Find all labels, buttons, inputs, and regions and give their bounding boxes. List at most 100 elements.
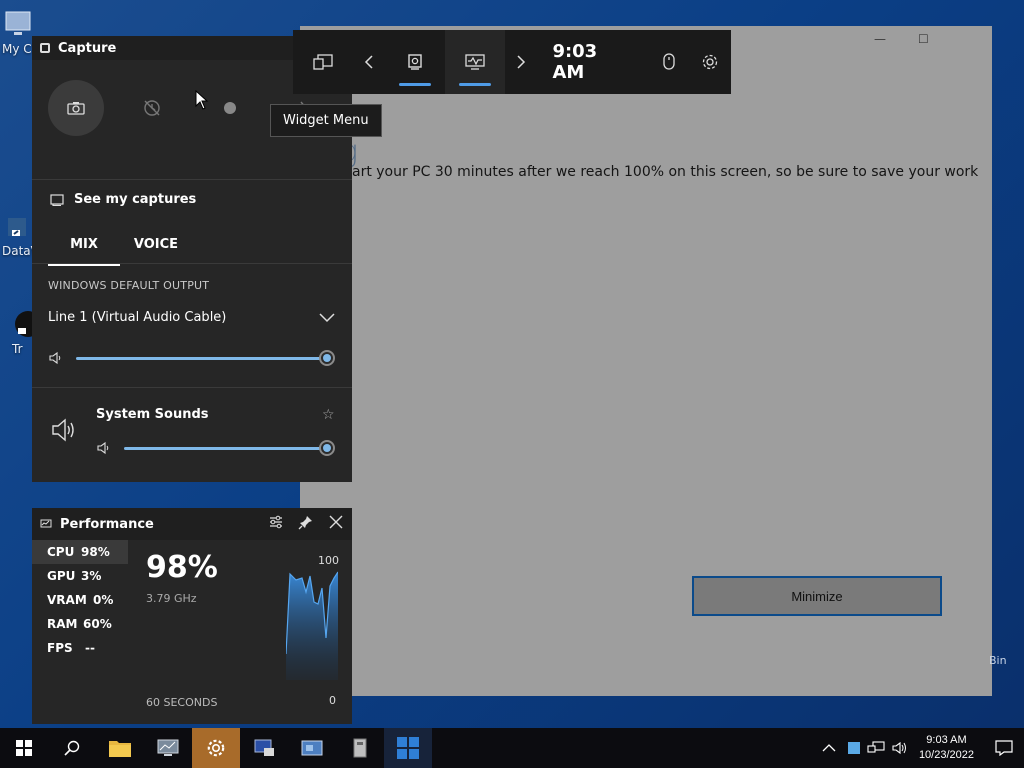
taskbar-file-explorer[interactable]: [96, 728, 144, 768]
metric-value: 98%: [81, 545, 110, 559]
volume-icon[interactable]: [891, 741, 909, 755]
metric-value: --: [85, 641, 95, 655]
computer-management-icon: [254, 739, 274, 756]
widget-menu-tooltip: Widget Menu: [270, 104, 382, 137]
graph-min-label: 0: [329, 694, 336, 707]
taskbar: 9:03 AM 10/23/2022: [0, 728, 1024, 768]
metric-name: CPU: [47, 545, 75, 559]
performance-widget: Performance CPU 98% GPU 3% VRAM 0% RAM 60% F…: [32, 508, 352, 724]
screenshot-button[interactable]: [48, 80, 104, 136]
pin-icon[interactable]: [298, 514, 314, 530]
game-bar-clock: 9:03 AM: [552, 41, 598, 83]
output-label: WINDOWS DEFAULT OUTPUT: [48, 279, 210, 292]
network-icon[interactable]: [867, 741, 885, 755]
search-icon: [64, 740, 80, 756]
chevron-down-icon[interactable]: [318, 311, 336, 323]
close-icon[interactable]: [328, 514, 344, 530]
device-volume-thumb[interactable]: [319, 350, 335, 366]
app-tray-icon[interactable]: [847, 741, 861, 755]
background-window: — ☐ g art your PC 30 minutes after we re…: [300, 26, 992, 696]
taskbar-settings[interactable]: [192, 728, 240, 768]
device-volume-slider[interactable]: [76, 357, 328, 360]
chevron-left-icon: [364, 55, 373, 69]
metric-ram[interactable]: RAM 60%: [32, 612, 128, 636]
record-last-button[interactable]: [124, 80, 180, 136]
gallery-icon: [50, 193, 64, 206]
folder-icon: [109, 741, 131, 757]
start-button[interactable]: [0, 728, 48, 768]
tab-voice[interactable]: VOICE: [120, 227, 192, 266]
notifications-button[interactable]: [984, 728, 1024, 768]
capture-title: Capture: [58, 40, 117, 56]
metric-name: RAM: [47, 617, 78, 631]
taskbar-date: 10/23/2022: [918, 749, 974, 761]
metric-fps[interactable]: FPS --: [32, 636, 128, 660]
metric-cpu[interactable]: CPU 98%: [32, 540, 128, 564]
app-name-system-sounds: System Sounds: [96, 407, 209, 422]
game-bar-toolbar: 9:03 AM: [293, 30, 731, 94]
monitor-app-icon: [157, 739, 179, 756]
output-device-select[interactable]: Line 1 (Virtual Audio Cable): [48, 310, 226, 325]
star-icon[interactable]: ☆: [322, 407, 335, 423]
performance-title-bar[interactable]: Performance: [32, 508, 352, 540]
metric-name: VRAM: [47, 593, 87, 607]
taskbar-time: 9:03 AM: [926, 734, 967, 746]
cpu-usage-graph: [286, 571, 338, 680]
divider: [32, 263, 352, 264]
graph-max-label: 100: [318, 554, 339, 567]
metric-list: CPU 98% GPU 3% VRAM 0% RAM 60% FPS --: [32, 540, 128, 660]
tab-mix[interactable]: MIX: [48, 227, 120, 266]
record-dot-icon: [224, 102, 236, 114]
metric-name: GPU: [47, 569, 76, 583]
see-my-captures-label: See my captures: [74, 192, 197, 207]
scroll-right-button[interactable]: [505, 30, 536, 94]
system-tray: 9:03 AM 10/23/2022: [819, 728, 1024, 768]
see-my-captures-link[interactable]: See my captures: [32, 179, 352, 219]
metric-vram[interactable]: VRAM 0%: [32, 588, 128, 612]
app-volume-slider[interactable]: [124, 447, 328, 450]
speaker-small-icon[interactable]: [48, 351, 64, 365]
gear-icon: [207, 739, 225, 757]
gear-icon: [702, 54, 717, 70]
performance-widget-toggle[interactable]: [444, 30, 506, 94]
metric-gpu[interactable]: GPU 3%: [32, 564, 128, 588]
scroll-left-button[interactable]: [353, 30, 384, 94]
search-button[interactable]: [48, 728, 96, 768]
remote-desktop-icon: [301, 740, 323, 756]
tiles-app-icon: [397, 737, 419, 759]
performance-icon: [40, 519, 52, 528]
metric-value: 3%: [81, 569, 102, 583]
mouse-settings-button[interactable]: [649, 30, 688, 94]
taskbar-app-2[interactable]: [144, 728, 192, 768]
cpu-clock-speed: 3.79 GHz: [146, 592, 197, 605]
capture-widget-toggle[interactable]: [385, 30, 445, 94]
metric-value: 60%: [83, 617, 112, 631]
recycle-bin-label[interactable]: Bin: [989, 654, 1007, 667]
chevron-right-icon: [517, 55, 525, 69]
performance-icon: [465, 54, 485, 70]
minimize-button[interactable]: Minimize: [692, 576, 942, 616]
taskbar-app-5[interactable]: [288, 728, 336, 768]
archive-icon: [353, 738, 367, 758]
capture-icon: [408, 54, 422, 70]
notification-icon: [995, 740, 1013, 756]
graph-window-label: 60 SECONDS: [146, 696, 218, 709]
widget-menu-icon: [313, 54, 333, 70]
computer-icon: [5, 11, 31, 35]
settings-button[interactable]: [688, 30, 731, 94]
taskbar-app-7[interactable]: [384, 728, 432, 768]
desktop-icon-label: My C: [2, 42, 32, 56]
cpu-percent-readout: 98%: [146, 550, 218, 585]
taskbar-app-4[interactable]: [240, 728, 288, 768]
taskbar-app-6[interactable]: [336, 728, 384, 768]
widget-menu-button[interactable]: [293, 30, 353, 94]
shortcut-icon: [8, 218, 26, 236]
audio-widget: MIX VOICE WINDOWS DEFAULT OUTPUT Line 1 …: [32, 219, 352, 482]
record-last-icon: [144, 100, 160, 116]
options-icon[interactable]: [268, 514, 284, 530]
chevron-up-icon[interactable]: [819, 741, 839, 755]
app-volume-thumb[interactable]: [319, 440, 335, 456]
speaker-small-icon[interactable]: [96, 441, 112, 455]
start-recording-button[interactable]: [202, 80, 258, 136]
taskbar-clock[interactable]: 9:03 AM 10/23/2022: [909, 733, 984, 763]
